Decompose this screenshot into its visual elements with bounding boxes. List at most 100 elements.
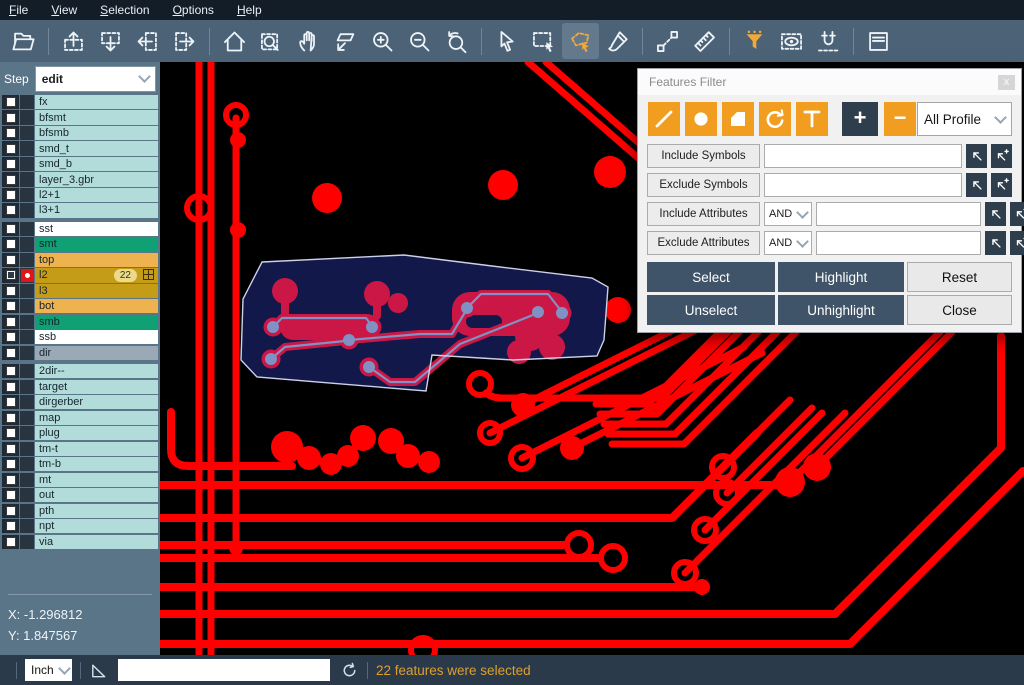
exclude-symbols-input[interactable] xyxy=(764,173,962,197)
layer-indicator[interactable] xyxy=(20,364,34,378)
layer-checkbox[interactable] xyxy=(2,330,19,344)
menu-item-options[interactable]: Options xyxy=(173,3,214,17)
layer-checkbox[interactable] xyxy=(2,126,19,140)
layer-indicator[interactable] xyxy=(20,315,34,329)
layer-name[interactable]: layer_3.gbr xyxy=(35,172,158,186)
add-filter-button[interactable]: + xyxy=(842,102,878,136)
exclude-attributes-button[interactable]: Exclude Attributes xyxy=(647,231,760,255)
refresh-icon[interactable] xyxy=(340,661,359,680)
menu-item-selection[interactable]: Selection xyxy=(100,3,149,17)
layer-indicator[interactable] xyxy=(20,284,34,298)
layer-checkbox[interactable] xyxy=(2,535,19,549)
active-layer-indicator[interactable] xyxy=(20,268,34,282)
layer-checkbox[interactable] xyxy=(2,426,19,440)
layer-name[interactable]: smt xyxy=(35,237,158,251)
zoom-out-icon[interactable] xyxy=(401,23,438,59)
layer-name[interactable]: plug xyxy=(35,426,158,440)
layer-indicator[interactable] xyxy=(20,188,34,202)
layer-name[interactable]: pth xyxy=(35,504,158,518)
layer-checkbox[interactable] xyxy=(2,380,19,394)
pan-right-icon[interactable] xyxy=(166,23,203,59)
include-attributes-operator-select[interactable]: AND xyxy=(764,202,812,226)
layer-indicator[interactable] xyxy=(20,488,34,502)
layer-indicator[interactable] xyxy=(20,203,34,217)
close-icon[interactable]: x xyxy=(998,75,1015,90)
zoom-object-icon[interactable] xyxy=(327,23,364,59)
layer-indicator[interactable] xyxy=(20,141,34,155)
layer-checkbox[interactable] xyxy=(2,504,19,518)
exclude-attributes-operator-select[interactable]: AND xyxy=(764,231,812,255)
layer-checkbox[interactable] xyxy=(2,141,19,155)
layer-name[interactable]: dir xyxy=(35,346,158,360)
layer-checkbox[interactable] xyxy=(2,395,19,409)
layer-checkbox[interactable] xyxy=(2,473,19,487)
feature-type-text-button[interactable] xyxy=(796,102,828,136)
layer-checkbox[interactable] xyxy=(2,442,19,456)
unit-select[interactable]: Inch xyxy=(25,659,72,681)
snap-magnet-icon[interactable] xyxy=(810,23,847,59)
layer-indicator[interactable] xyxy=(20,110,34,124)
menu-item-file[interactable]: File xyxy=(9,3,28,17)
zoom-previous-icon[interactable] xyxy=(438,23,475,59)
unhighlight-button[interactable]: Unhighlight xyxy=(778,295,904,325)
remove-filter-button[interactable]: − xyxy=(884,102,916,136)
feature-type-surface-button[interactable] xyxy=(722,102,754,136)
layer-indicator[interactable] xyxy=(20,222,34,236)
layer-indicator[interactable] xyxy=(20,330,34,344)
layer-name[interactable]: bfsmt xyxy=(35,110,158,124)
command-input[interactable] xyxy=(118,659,330,681)
include-attributes-input[interactable] xyxy=(816,202,981,226)
layer-indicator[interactable] xyxy=(20,380,34,394)
layer-indicator[interactable] xyxy=(20,395,34,409)
layer-indicator[interactable] xyxy=(20,157,34,171)
layer-name[interactable]: out xyxy=(35,488,158,502)
measure-line-icon[interactable] xyxy=(649,23,686,59)
home-view-icon[interactable] xyxy=(216,23,253,59)
layer-name[interactable]: l222 xyxy=(35,268,158,282)
menu-item-view[interactable]: View xyxy=(51,3,77,17)
layer-checkbox[interactable] xyxy=(2,299,19,313)
layer-name[interactable]: smd_t xyxy=(35,141,158,155)
select-button[interactable]: Select xyxy=(647,262,775,292)
reset-button[interactable]: Reset xyxy=(907,262,1012,292)
dialog-title-bar[interactable]: Features Filter x xyxy=(638,69,1021,95)
layer-indicator[interactable] xyxy=(20,346,34,360)
step-select[interactable]: edit xyxy=(35,66,156,92)
view-options-icon[interactable] xyxy=(773,23,810,59)
layer-indicator[interactable] xyxy=(20,519,34,533)
layer-checkbox[interactable] xyxy=(2,519,19,533)
pan-hand-icon[interactable] xyxy=(290,23,327,59)
select-cursor-icon[interactable] xyxy=(488,23,525,59)
pan-up-icon[interactable] xyxy=(55,23,92,59)
layer-checkbox[interactable] xyxy=(2,237,19,251)
layer-indicator[interactable] xyxy=(20,473,34,487)
layer-name[interactable]: map xyxy=(35,411,158,425)
layer-name[interactable]: ssb xyxy=(35,330,158,344)
layer-indicator[interactable] xyxy=(20,442,34,456)
layer-checkbox[interactable] xyxy=(2,157,19,171)
layer-name[interactable]: fx xyxy=(35,95,158,109)
include-attributes-button[interactable]: Include Attributes xyxy=(647,202,760,226)
layer-checkbox[interactable] xyxy=(2,172,19,186)
layer-checkbox[interactable] xyxy=(2,188,19,202)
layer-indicator[interactable] xyxy=(20,237,34,251)
layer-name[interactable]: top xyxy=(35,253,158,267)
unselect-button[interactable]: Unselect xyxy=(647,295,775,325)
feature-type-line-button[interactable] xyxy=(648,102,680,136)
pick-symbol-add-button[interactable] xyxy=(991,144,1012,168)
layer-indicator[interactable] xyxy=(20,253,34,267)
layer-checkbox[interactable] xyxy=(2,110,19,124)
layer-checkbox[interactable] xyxy=(2,268,19,282)
exclude-symbols-button[interactable]: Exclude Symbols xyxy=(647,173,760,197)
menu-item-help[interactable]: Help xyxy=(237,3,262,17)
layer-checkbox[interactable] xyxy=(2,488,19,502)
layer-checkbox[interactable] xyxy=(2,222,19,236)
profile-select[interactable]: All Profile xyxy=(917,102,1012,136)
layer-name[interactable]: l2+1 xyxy=(35,188,158,202)
exclude-attributes-input[interactable] xyxy=(816,231,981,255)
layer-indicator[interactable] xyxy=(20,535,34,549)
pick-symbol-add-button[interactable] xyxy=(991,173,1012,197)
pick-attribute-button[interactable] xyxy=(985,231,1006,255)
include-symbols-input[interactable] xyxy=(764,144,962,168)
layer-name[interactable]: bfsmb xyxy=(35,126,158,140)
